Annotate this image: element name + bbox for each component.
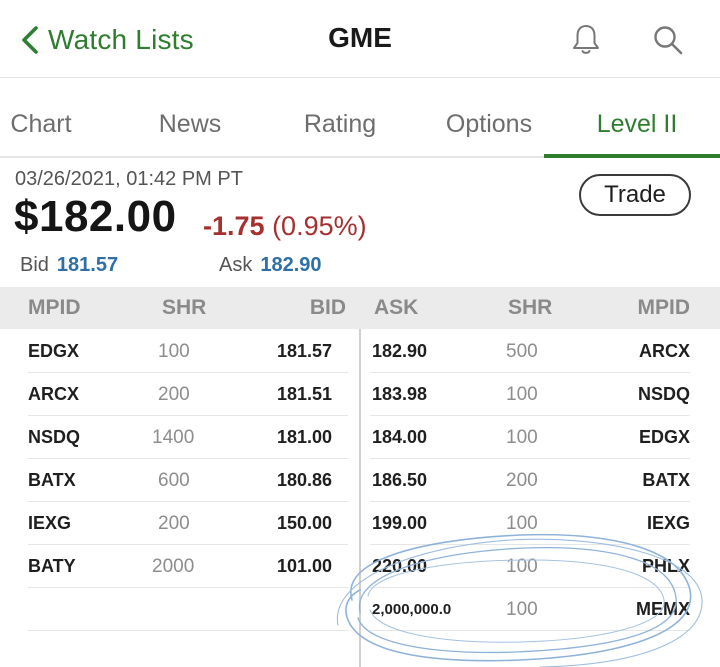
bid-row: ARCX 200 181.51 (28, 373, 348, 416)
ask-row: 199.00 100 IEXG (370, 502, 690, 545)
header-ask-mpid: MPID (637, 296, 691, 319)
bid-ask-divider (359, 329, 361, 667)
back-label: Watch Lists (48, 24, 194, 55)
price-change: -1.75 (0.95%) (203, 211, 367, 242)
ask-shares: 100 (506, 599, 538, 620)
bid-price: 181.00 (276, 427, 332, 447)
ask-shares: 500 (506, 341, 538, 362)
ask-price: 186.50 (372, 470, 428, 490)
ask-price: 183.98 (372, 384, 428, 404)
bid-row: NSDQ 1400 181.00 (28, 416, 348, 459)
ask-row: 2,000,000.0 100 MEMX (370, 588, 690, 631)
ask-row: 186.50 200 BATX (370, 459, 690, 502)
ask-shares: 100 (506, 427, 538, 448)
ask-shares: 200 (506, 470, 538, 491)
back-to-watch-lists-button[interactable]: Watch Lists (18, 20, 194, 60)
bid-price: 150.00 (276, 513, 332, 533)
app-header: Watch Lists GME (0, 0, 720, 78)
ask-row: 184.00 100 EDGX (370, 416, 690, 459)
ask-mpid: ARCX (638, 341, 690, 361)
quote-timestamp: 03/26/2021, 01:42 PM PT (15, 168, 243, 190)
bid-summary: Bid 181.57 (20, 254, 118, 277)
header-ask: ASK (374, 296, 419, 319)
bid-shares: 200 (158, 513, 190, 534)
bid-shares: 1400 (152, 427, 195, 448)
bid-shares: 200 (158, 384, 190, 405)
tab-bar: Chart News Rating Options Level II (0, 90, 720, 158)
ask-price: 184.00 (372, 427, 428, 447)
bid-mpid: BATY (28, 556, 76, 576)
tab-level-ii[interactable]: Level II (560, 90, 714, 158)
bid-mpid: IEXG (28, 513, 72, 533)
ask-price: 220.00 (372, 556, 428, 576)
bid-label: Bid (20, 254, 49, 276)
trade-button[interactable]: Trade (579, 174, 691, 216)
ask-row: 220.00 100 PHLX (370, 545, 690, 588)
bid-price: 101.00 (276, 556, 332, 576)
bid-row (28, 588, 348, 631)
ask-mpid: PHLX (641, 556, 690, 576)
chevron-left-icon (18, 20, 48, 60)
price-change-value: -1.75 (203, 211, 265, 241)
ask-label: Ask (219, 254, 253, 276)
bid-price: 180.86 (276, 470, 332, 490)
tab-options[interactable]: Options (435, 90, 543, 158)
bid-row: BATY 2000 101.00 (28, 545, 348, 588)
ask-mpid: MEMX (636, 599, 690, 619)
tab-chart[interactable]: Chart (0, 90, 82, 158)
ask-mpid: NSDQ (637, 384, 690, 404)
active-tab-indicator (544, 154, 720, 158)
bid-row: IEXG 200 150.00 (28, 502, 348, 545)
bell-icon[interactable] (568, 20, 604, 60)
ask-summary: Ask 182.90 (219, 254, 322, 277)
ask-shares: 100 (506, 384, 538, 405)
ask-shares: 100 (506, 556, 538, 577)
bid-price (258, 588, 332, 631)
ask-price: 2,000,000.0 (372, 601, 452, 618)
header-bid-mpid: MPID (28, 296, 81, 319)
bid-row: BATX 600 180.86 (28, 459, 348, 502)
ask-mpid: EDGX (638, 427, 690, 447)
last-price: $182.00 (14, 192, 177, 241)
ask-mpid: BATX (642, 470, 690, 490)
price-change-percent: (0.95%) (272, 211, 367, 241)
bid-shares: 600 (158, 470, 190, 491)
bid-value: 181.57 (56, 254, 119, 276)
bid-mpid: NSDQ (28, 427, 81, 447)
header-ask-shr: SHR (508, 296, 553, 319)
tab-news[interactable]: News (150, 90, 230, 158)
bid-price: 181.57 (276, 341, 332, 361)
ask-row: 183.98 100 NSDQ (370, 373, 690, 416)
level-ii-table-header: MPID SHR BID ASK SHR MPID (0, 287, 720, 329)
bid-row: EDGX 100 181.57 (28, 330, 348, 373)
tab-rating[interactable]: Rating (292, 90, 388, 158)
ask-row: 182.90 500 ARCX (370, 330, 690, 373)
search-icon[interactable] (648, 20, 688, 60)
page-title: GME (328, 22, 392, 53)
ask-price: 182.90 (372, 341, 428, 361)
header-bid: BID (309, 296, 346, 319)
bid-shares: 100 (158, 341, 190, 362)
bid-shares: 2000 (152, 556, 195, 577)
ask-shares: 100 (506, 513, 538, 534)
bid-mpid: ARCX (28, 384, 80, 404)
header-bid-shr: SHR (162, 296, 207, 319)
bid-price: 181.51 (276, 384, 332, 404)
bid-mpid: BATX (28, 470, 76, 490)
ask-price: 199.00 (372, 513, 428, 533)
bid-mpid: EDGX (28, 341, 80, 361)
ask-mpid: IEXG (646, 513, 690, 533)
ask-value: 182.90 (260, 254, 322, 276)
